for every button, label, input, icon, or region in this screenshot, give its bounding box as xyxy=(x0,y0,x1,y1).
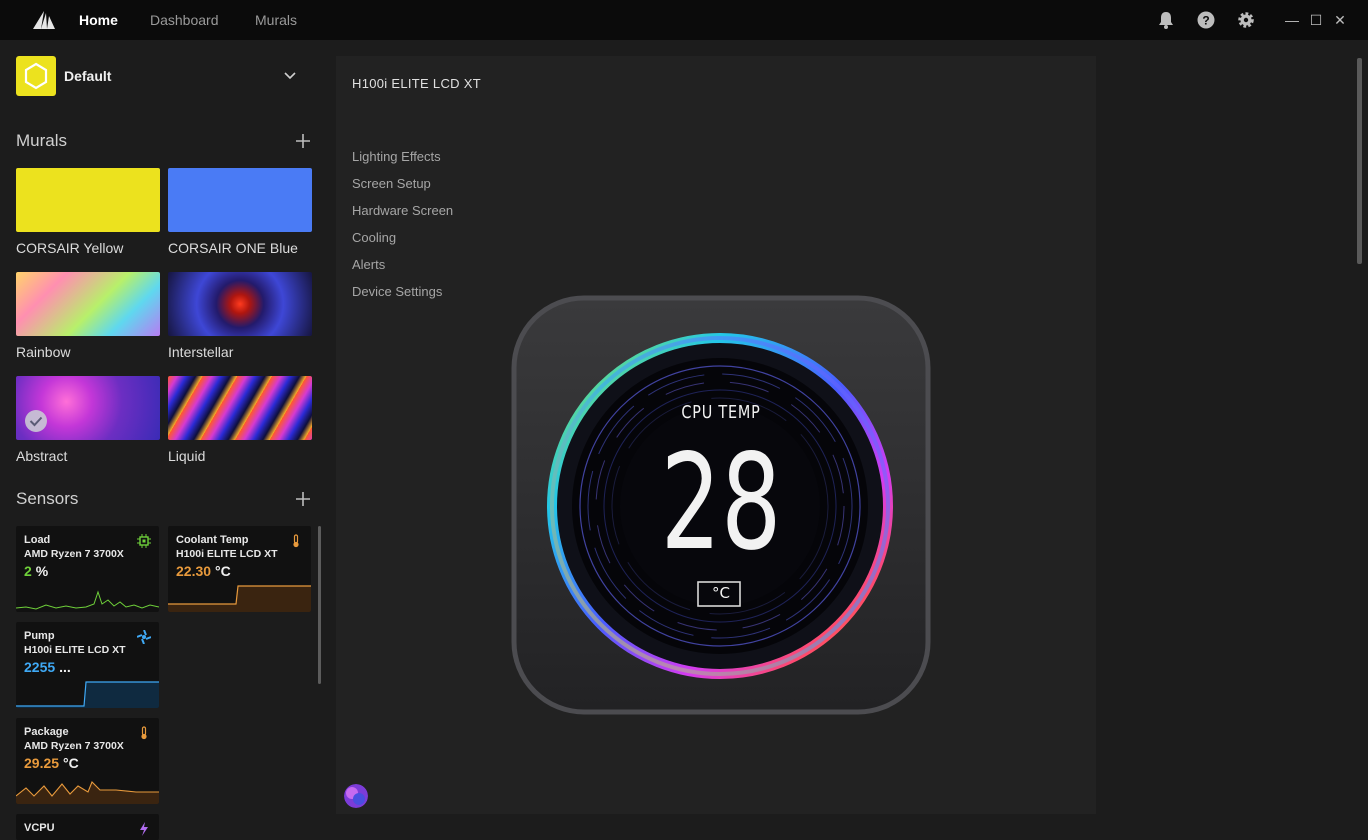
sensor-graph xyxy=(16,590,159,610)
menu-screen-setup[interactable]: Screen Setup xyxy=(352,176,431,191)
sensor-value-number: 2 xyxy=(24,563,32,579)
sensor-tile-pump[interactable]: Pump H100i ELITE LCD XT 2255... xyxy=(16,622,159,708)
sensor-unit: % xyxy=(35,563,49,579)
profile-selector[interactable]: Default xyxy=(16,56,306,96)
mural-liquid[interactable] xyxy=(168,376,312,440)
sensor-tile-vcpu[interactable]: VCPU xyxy=(16,814,159,840)
close-button[interactable]: ✕ xyxy=(1330,10,1350,30)
sensor-tile-load[interactable]: Load AMD Ryzen 7 3700X 2% xyxy=(16,526,159,612)
add-sensor-plus-icon[interactable] xyxy=(294,490,312,508)
menu-device-settings[interactable]: Device Settings xyxy=(352,284,442,299)
sensor-name: Pump xyxy=(24,630,55,642)
nav-dashboard[interactable]: Dashboard xyxy=(150,0,219,40)
sensor-device: H100i ELITE LCD XT xyxy=(176,548,278,560)
chevron-down-icon[interactable] xyxy=(282,68,298,84)
hexagon-icon xyxy=(24,62,48,90)
mural-abstract[interactable] xyxy=(16,376,160,440)
sensor-graph xyxy=(16,781,159,804)
sensor-name: VCPU xyxy=(24,822,55,834)
nav-home[interactable]: Home xyxy=(79,0,118,40)
sensor-unit: °C xyxy=(63,755,79,771)
sensor-device: AMD Ryzen 7 3700X xyxy=(24,548,124,560)
device-title: H100i ELITE LCD XT xyxy=(352,76,481,91)
sensor-value: 22.30 °C xyxy=(176,563,231,579)
sensor-name: Load xyxy=(24,534,51,546)
mural-corsair-yellow[interactable] xyxy=(16,168,160,232)
help-icon[interactable]: ? xyxy=(1196,10,1216,30)
menu-lighting-effects[interactable]: Lighting Effects xyxy=(352,149,441,164)
menu-cooling[interactable]: Cooling xyxy=(352,230,396,245)
menu-hardware-screen[interactable]: Hardware Screen xyxy=(352,203,453,218)
device-panel: H100i ELITE LCD XT Lighting Effects Scre… xyxy=(336,56,1096,814)
sensor-device: H100i ELITE LCD XT xyxy=(24,644,126,656)
corsair-logo-icon[interactable] xyxy=(32,9,56,31)
sensor-name: Package xyxy=(24,726,69,738)
selected-check-icon xyxy=(25,410,47,432)
profile-name: Default xyxy=(64,68,112,84)
sensor-graph xyxy=(168,585,311,612)
add-mural-plus-icon[interactable] xyxy=(294,132,312,150)
sensor-value-number: 29.25 xyxy=(24,755,60,771)
lcd-label: CPU TEMP xyxy=(681,402,761,423)
sensor-value: 29.25 °C xyxy=(24,755,79,771)
minimize-button[interactable]: — xyxy=(1282,10,1302,30)
cpu-chip-icon xyxy=(137,534,151,548)
mural-corsair-one-blue[interactable] xyxy=(168,168,312,232)
sidebar: Default Murals CORSAIR Yellow CORSAIR ON… xyxy=(0,40,330,840)
sensor-graph xyxy=(16,681,159,708)
nav-murals[interactable]: Murals xyxy=(255,0,297,40)
sensor-unit: ... xyxy=(59,659,71,675)
sensor-unit: °C xyxy=(215,563,231,579)
maximize-button[interactable]: ☐ xyxy=(1306,10,1326,30)
pump-head-image: CPU TEMP 28 °C xyxy=(506,292,936,722)
mural-label: Abstract xyxy=(16,448,68,464)
murals-section-title: Murals xyxy=(16,131,68,150)
mural-rainbow[interactable] xyxy=(16,272,160,336)
mural-label: Liquid xyxy=(168,448,206,464)
mural-label: Interstellar xyxy=(168,344,234,360)
mural-label: CORSAIR Yellow xyxy=(16,240,124,256)
sensor-tile-package[interactable]: Package AMD Ryzen 7 3700X 29.25 °C xyxy=(16,718,159,804)
user-avatar[interactable] xyxy=(344,784,368,808)
top-bar: Home Dashboard Murals ? — ☐ ✕ xyxy=(0,0,1368,40)
bell-icon[interactable] xyxy=(1156,10,1176,30)
svg-text:?: ? xyxy=(1202,14,1209,28)
sidebar-scrollbar[interactable] xyxy=(318,526,321,684)
sensor-value-number: 2255 xyxy=(24,659,56,675)
sensor-value-number: 22.30 xyxy=(176,563,212,579)
lcd-unit: °C xyxy=(712,584,730,602)
avatar-image xyxy=(344,784,368,808)
main-scrollbar[interactable] xyxy=(1357,58,1362,264)
thermometer-icon xyxy=(141,726,147,740)
sensors-section-title: Sensors xyxy=(16,489,79,508)
mural-interstellar[interactable] xyxy=(168,272,312,336)
sensor-device: AMD Ryzen 7 3700X xyxy=(24,740,124,752)
thermometer-icon xyxy=(293,534,299,548)
sensor-name: Coolant Temp xyxy=(176,534,249,546)
sensor-value: 2255... xyxy=(24,659,71,675)
mural-label: CORSAIR ONE Blue xyxy=(168,240,298,256)
pump-icon xyxy=(137,630,151,644)
lcd-temperature-value: 28 xyxy=(660,426,782,580)
sensor-tile-coolant-temp[interactable]: Coolant Temp H100i ELITE LCD XT 22.30 °C xyxy=(168,526,311,612)
menu-alerts[interactable]: Alerts xyxy=(352,257,385,272)
mural-label: Rainbow xyxy=(16,344,71,360)
gear-icon[interactable] xyxy=(1236,10,1256,30)
voltage-icon xyxy=(140,822,148,836)
sensor-value: 2% xyxy=(24,563,48,579)
profile-icon xyxy=(16,56,56,96)
